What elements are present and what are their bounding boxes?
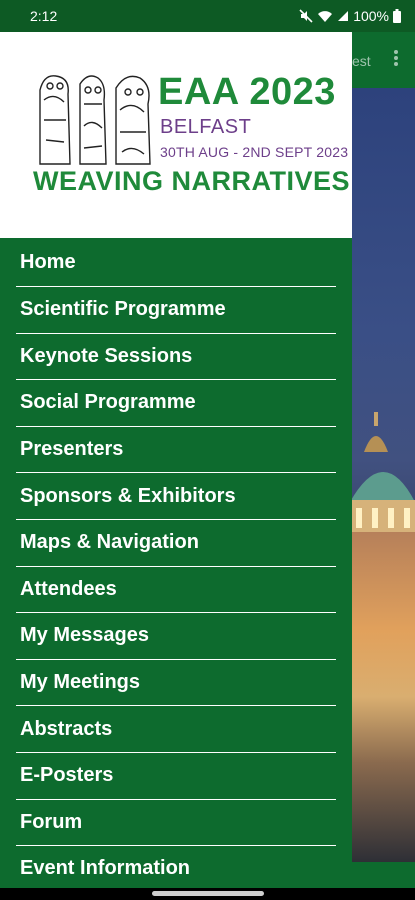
system-nav-bar [0, 888, 415, 900]
menu-item-sponsors-exhibitors[interactable]: Sponsors & Exhibitors [16, 473, 336, 520]
more-options-icon[interactable] [393, 48, 399, 70]
city-hall-building-image [352, 532, 415, 862]
menu-item-social-programme[interactable]: Social Programme [16, 380, 336, 427]
drawer-menu: Home Scientific Programme Keynote Sessio… [0, 238, 352, 888]
menu-item-e-posters[interactable]: E-Posters [16, 753, 336, 800]
menu-item-keynote-sessions[interactable]: Keynote Sessions [16, 334, 336, 381]
home-gesture-handle[interactable] [152, 891, 264, 896]
drawer-header-logo: EAA 2023 BELFAST 30TH AUG - 2ND SEPT 202… [0, 32, 352, 238]
background-toolbar-partial-text: est [352, 53, 371, 69]
battery-label: 100% [353, 8, 389, 24]
mute-icon [299, 9, 313, 23]
menu-item-event-information[interactable]: Event Information [16, 846, 336, 888]
wifi-icon [317, 10, 333, 23]
background-bottom-bar [352, 862, 415, 888]
logo-city: BELFAST [160, 116, 252, 138]
menu-item-abstracts[interactable]: Abstracts [16, 706, 336, 753]
menu-item-presenters[interactable]: Presenters [16, 427, 336, 474]
menu-item-attendees[interactable]: Attendees [16, 567, 336, 614]
battery-icon [393, 9, 401, 23]
city-hall-dome-image [350, 412, 415, 542]
signal-icon [337, 10, 349, 22]
menu-item-home[interactable]: Home [16, 238, 336, 287]
menu-item-my-messages[interactable]: My Messages [16, 613, 336, 660]
status-time: 2:12 [30, 8, 58, 24]
logo-title: EAA 2023 [158, 71, 336, 113]
logo-tagline: WEAVING NARRATIVES [33, 166, 351, 196]
status-icons: 100% [299, 8, 401, 24]
menu-item-forum[interactable]: Forum [16, 800, 336, 847]
status-bar: 2:12 100% [0, 0, 415, 32]
carved-figures-logo-icon [39, 75, 151, 165]
logo-dates: 30TH AUG - 2ND SEPT 2023 [160, 144, 349, 160]
menu-item-scientific-programme[interactable]: Scientific Programme [16, 287, 336, 334]
menu-item-maps-navigation[interactable]: Maps & Navigation [16, 520, 336, 567]
menu-item-my-meetings[interactable]: My Meetings [16, 660, 336, 707]
navigation-drawer: EAA 2023 BELFAST 30TH AUG - 2ND SEPT 202… [0, 32, 352, 888]
